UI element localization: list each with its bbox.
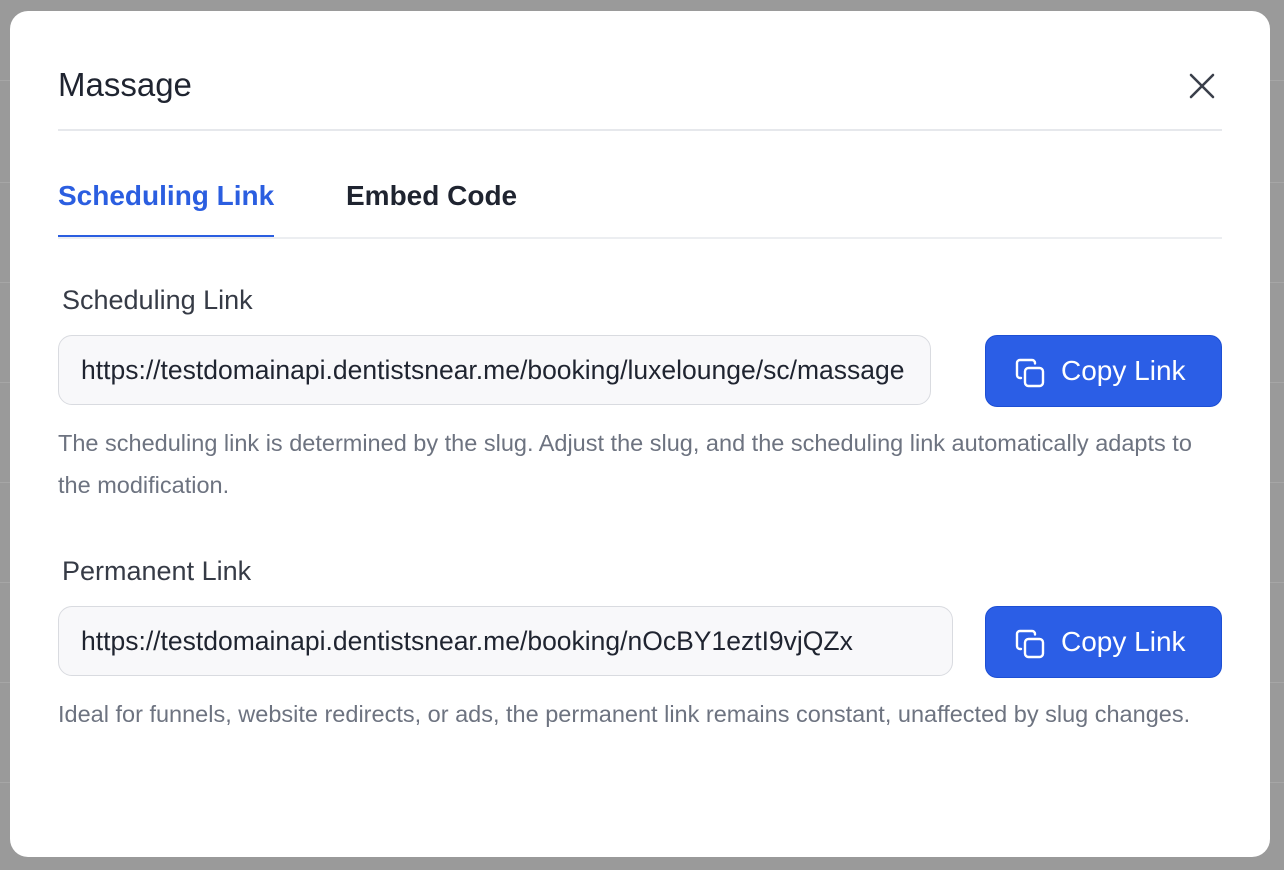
scheduling-link-field[interactable]: https://testdomainapi.dentistsnear.me/bo…	[58, 335, 931, 405]
permanent-link-label: Permanent Link	[62, 556, 252, 586]
permanent-link-value: https://testdomainapi.dentistsnear.me/bo…	[81, 625, 853, 656]
close-icon	[1189, 73, 1215, 99]
scheduling-link-label: Scheduling Link	[62, 285, 253, 315]
scheduling-link-value: https://testdomainapi.dentistsnear.me/bo…	[81, 354, 905, 385]
copy-link-label: Copy Link	[1061, 626, 1186, 657]
tab-scheduling-link[interactable]: Scheduling Link	[58, 176, 274, 216]
permanent-link-field[interactable]: https://testdomainapi.dentistsnear.me/bo…	[58, 606, 953, 676]
header-divider	[58, 129, 1222, 131]
close-button[interactable]	[1180, 69, 1224, 103]
tab-bar: Scheduling Link Embed Code	[58, 176, 1222, 238]
modal-title: Massage	[58, 66, 192, 103]
tabs-divider	[58, 237, 1222, 239]
scheduling-link-help: The scheduling link is determined by the…	[58, 430, 1192, 498]
copy-icon	[1015, 358, 1045, 388]
permanent-link-help: Ideal for funnels, website redirects, or…	[58, 701, 1191, 727]
copy-icon	[1015, 629, 1045, 659]
copy-scheduling-link-button[interactable]: Copy Link	[985, 335, 1222, 407]
copy-link-label: Copy Link	[1061, 355, 1186, 386]
copy-permanent-link-button[interactable]: Copy Link	[985, 606, 1222, 678]
tab-embed-code[interactable]: Embed Code	[346, 176, 517, 216]
share-modal: Massage Scheduling Link Embed Code Sched…	[10, 11, 1270, 857]
